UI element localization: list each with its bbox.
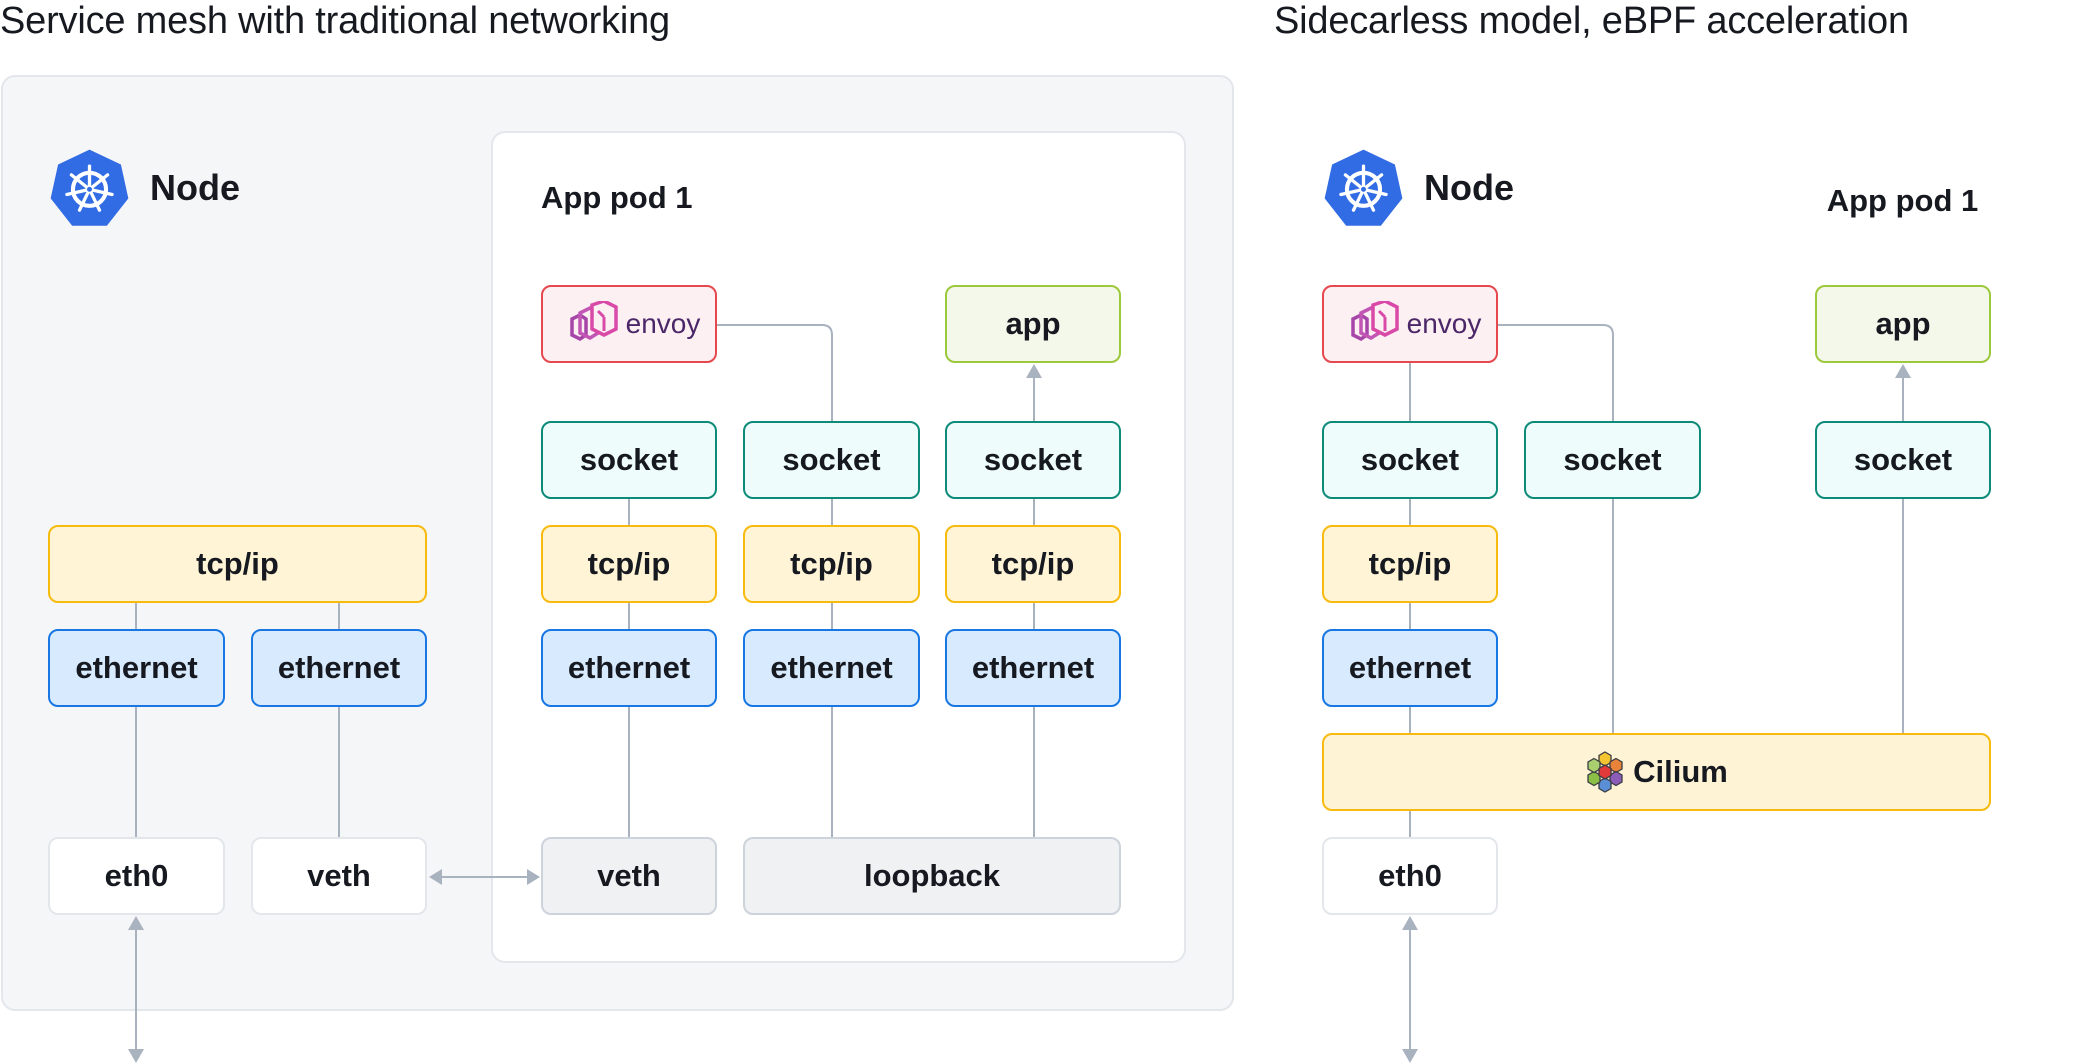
left-host-ethernet-1: ethernet	[48, 629, 225, 707]
left-host-ethernet-2: ethernet	[251, 629, 427, 707]
left-host-tcpip: tcp/ip	[48, 525, 427, 603]
envoy-icon	[1339, 301, 1401, 347]
arrowhead-down	[128, 1049, 144, 1063]
arrowhead-right	[527, 869, 540, 885]
cilium-icon	[1585, 751, 1625, 793]
right-node-socket-2: socket	[1524, 421, 1701, 499]
cilium-label: Cilium	[1633, 754, 1728, 789]
right-node-socket-1: socket	[1322, 421, 1498, 499]
arrowhead-up	[128, 916, 144, 930]
right-node-tcpip: tcp/ip	[1322, 525, 1498, 603]
envoy-icon	[558, 301, 620, 347]
left-pod-loopback: loopback	[743, 837, 1121, 915]
right-envoy-proxy: envoy	[1322, 285, 1498, 363]
left-app: app	[945, 285, 1121, 363]
left-pod-ethernet-3: ethernet	[945, 629, 1121, 707]
left-eth0: eth0	[48, 837, 225, 915]
left-pod-ethernet-1: ethernet	[541, 629, 717, 707]
right-node-label: Node	[1424, 167, 1514, 208]
left-pod-veth: veth	[541, 837, 717, 915]
left-pod-socket-2: socket	[743, 421, 920, 499]
right-panel-title: Sidecarless model, eBPF acceleration	[1274, 0, 1909, 42]
left-veth: veth	[251, 837, 427, 915]
arrowhead-down	[1402, 1049, 1418, 1063]
right-pod-label: App pod 1	[1826, 183, 1979, 218]
cilium-layer: Cilium	[1322, 733, 1991, 811]
right-app: app	[1815, 285, 1991, 363]
right-pod-socket: socket	[1815, 421, 1991, 499]
left-pod-tcpip-1: tcp/ip	[541, 525, 717, 603]
arrowhead-up	[1026, 364, 1042, 378]
envoy-label: envoy	[1406, 308, 1482, 339]
arrowhead-left	[429, 869, 442, 885]
arrowhead-up	[1402, 916, 1418, 930]
left-pod-socket-3: socket	[945, 421, 1121, 499]
kubernetes-icon	[1322, 148, 1405, 229]
right-node-ethernet: ethernet	[1322, 629, 1498, 707]
left-envoy-proxy: envoy	[541, 285, 717, 363]
arrowhead-up	[1895, 364, 1911, 378]
left-pod-tcpip-2: tcp/ip	[743, 525, 920, 603]
left-pod-ethernet-2: ethernet	[743, 629, 920, 707]
envoy-label: envoy	[625, 308, 701, 339]
right-eth0: eth0	[1322, 837, 1498, 915]
left-pod-socket-1: socket	[541, 421, 717, 499]
left-pod-tcpip-3: tcp/ip	[945, 525, 1121, 603]
